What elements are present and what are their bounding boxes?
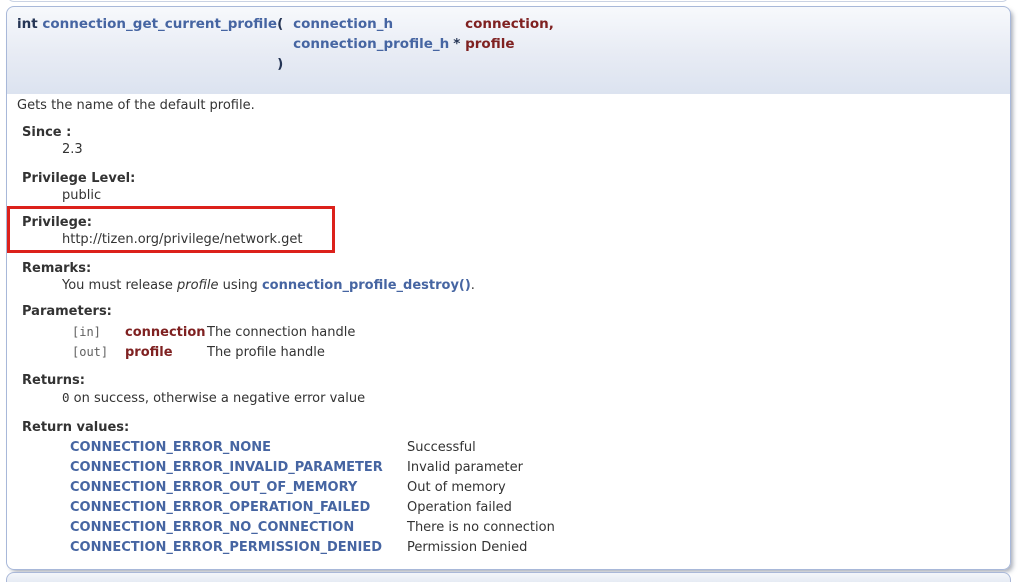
param-dir: [in] [72,324,125,341]
privilege-level-section: Privilege Level: public [22,170,1000,204]
return-values-table-wrap: CONNECTION_ERROR_NONE Successful CONNECT… [22,439,1000,556]
returns-text: on success, otherwise a negative error v… [70,391,366,406]
parameters-table: [in] connection The connection handle [o… [72,324,1000,361]
param-type-link-connection-h[interactable]: connection_h [293,16,393,32]
return-values-section: Return values: CONNECTION_ERROR_NONE Suc… [22,419,1000,556]
param-type-1: connection_h [293,14,465,34]
privilege-section: Privilege: http://tizen.org/privilege/ne… [22,214,1000,248]
param-description: The connection handle [207,324,1000,341]
open-paren: ( [277,14,293,34]
retval-code-link[interactable]: CONNECTION_ERROR_NONE [70,439,407,456]
parameters-label: Parameters: [22,303,1000,320]
function-name-cell: int connection_get_current_profile [17,14,277,34]
function-name: connection_get_current_profile [42,16,277,32]
remarks-section: Remarks: You must release profile using … [22,260,1000,294]
remarks-suffix: . [471,278,475,293]
retval-code-link[interactable]: CONNECTION_ERROR_INVALID_PARAMETER [70,459,407,476]
returns-label: Returns: [22,372,1000,389]
since-label: Since : [22,124,1000,141]
return-type: int [17,16,38,32]
returns-value: 0 on success, otherwise a negative error… [62,389,1000,407]
next-section-edge [6,572,1011,582]
privilege-level-value: public [62,187,1000,204]
param-name-2: profile [465,34,1004,54]
retval-description: Operation failed [407,499,1000,516]
remarks-text: You must release profile using connectio… [62,277,1000,294]
param-name: connection [125,324,207,341]
param-name-1: connection, [465,14,1004,34]
privilege-level-label: Privilege Level: [22,170,1000,187]
retval-description: Permission Denied [407,539,1000,556]
return-values-label: Return values: [22,419,1000,436]
retval-description: There is no connection [407,519,1000,536]
returns-section: Returns: 0 on success, otherwise a negat… [22,372,1000,407]
retval-code-link[interactable]: CONNECTION_ERROR_PERMISSION_DENIED [70,539,407,556]
close-paren: ) [277,54,293,74]
param-dir: [out] [72,344,125,361]
remarks-label: Remarks: [22,260,1000,277]
since-value: 2.3 [62,141,1000,158]
previous-section-edge [7,0,1009,2]
param-name: profile [125,344,207,361]
function-doc-body: Gets the name of the default profile. Si… [6,94,1011,570]
returns-code: 0 [62,390,70,405]
function-signature: int connection_get_current_profile ( con… [17,14,1004,74]
return-values-table: CONNECTION_ERROR_NONE Successful CONNECT… [70,439,1000,556]
parameters-section: Parameters: [in] connection The connecti… [22,303,1000,361]
privilege-value: http://tizen.org/privilege/network.get [62,231,1000,248]
retval-description: Out of memory [407,479,1000,496]
retval-code-link[interactable]: CONNECTION_ERROR_NO_CONNECTION [70,519,407,536]
param-description: The profile handle [207,344,1000,361]
function-description: Gets the name of the default profile. [17,97,1000,114]
param-type-2: connection_profile_h* [293,34,465,54]
function-ref-link[interactable]: connection_profile_destroy() [262,278,471,293]
pointer-star: * [453,36,460,52]
retval-description: Successful [407,439,1000,456]
remarks-middle: using [219,278,262,293]
retval-description: Invalid parameter [407,459,1000,476]
remarks-prefix: You must release [62,278,177,293]
parameters-table-wrap: [in] connection The connection handle [o… [22,324,1000,361]
function-doc-memitem: int connection_get_current_profile ( con… [6,6,1011,570]
retval-code-link[interactable]: CONNECTION_ERROR_OPERATION_FAILED [70,499,407,516]
privilege-label: Privilege: [22,214,1000,231]
remarks-param-ref: profile [177,278,219,293]
since-section: Since : 2.3 [22,124,1000,158]
function-prototype-header: int connection_get_current_profile ( con… [6,6,1011,94]
param-type-link-connection-profile-h[interactable]: connection_profile_h [293,36,449,52]
retval-code-link[interactable]: CONNECTION_ERROR_OUT_OF_MEMORY [70,479,407,496]
